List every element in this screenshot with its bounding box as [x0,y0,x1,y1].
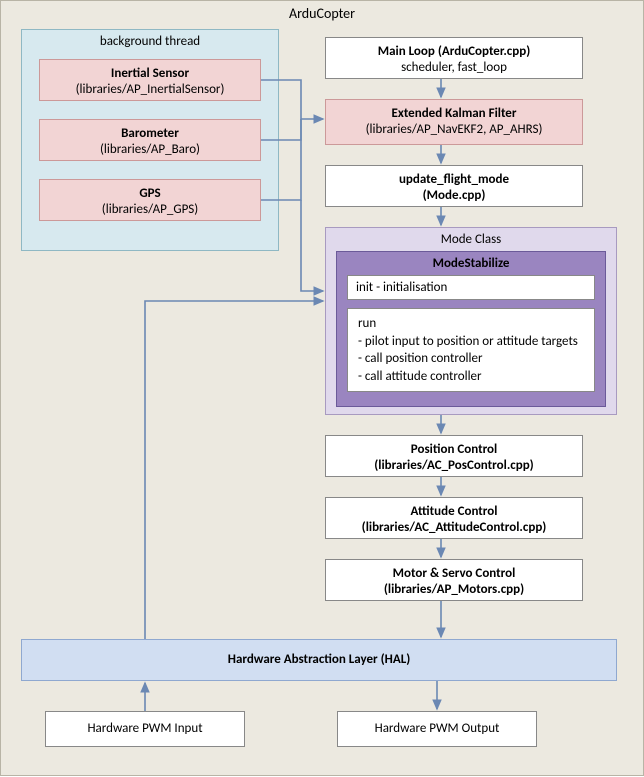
mode-stabilize-title: ModeStabilize [337,252,605,275]
hal-box: Hardware Abstraction Layer (HAL) [21,639,617,681]
mode-stabilize-box: ModeStabilize init - initialisation run … [336,251,606,407]
run-line3: - call position controller [358,350,584,368]
inertial-sensor-title: Inertial Sensor [48,66,252,82]
attitude-control-path: (libraries/AC_AttitudeControl.cpp) [334,520,574,536]
ekf-path: (libraries/AP_NavEKF2, AP_AHRS) [334,122,574,138]
main-loop-box: Main Loop (ArduCopter.cpp) scheduler, fa… [325,37,583,79]
run-line1: run [358,315,584,333]
position-control-title: Position Control [334,442,574,458]
ekf-box: Extended Kalman Filter (libraries/AP_Nav… [325,99,583,145]
barometer-title: Barometer [48,126,252,142]
init-box: init - initialisation [347,275,595,300]
gps-path: (libraries/AP_GPS) [48,202,252,218]
motor-control-title: Motor & Servo Control [334,566,574,582]
main-loop-title: Main Loop (ArduCopter.cpp) [334,44,574,60]
inertial-sensor-path: (libraries/AP_InertialSensor) [48,82,252,98]
hal-text: Hardware Abstraction Layer (HAL) [228,652,411,667]
gps-title: GPS [48,186,252,202]
init-text: init - initialisation [356,280,447,295]
update-flight-mode-box: update_flight_mode (Mode.cpp) [325,165,583,207]
barometer-path: (libraries/AP_Baro) [48,142,252,158]
inertial-sensor-box: Inertial Sensor (libraries/AP_InertialSe… [39,59,261,101]
mode-class-group: Mode Class ModeStabilize init - initiali… [325,227,617,415]
arducopter-canvas: ArduCopter background thread Inertial Se… [0,0,644,776]
run-line2: - pilot input to position or attitude ta… [358,333,584,351]
run-line4: - call attitude controller [358,368,584,386]
pwm-input-text: Hardware PWM Input [87,721,202,736]
pwm-input-box: Hardware PWM Input [45,711,245,747]
run-box: run - pilot input to position or attitud… [347,308,595,392]
mode-class-title: Mode Class [326,228,616,249]
motor-control-box: Motor & Servo Control (libraries/AP_Moto… [325,559,583,601]
main-loop-sub: scheduler, fast_loop [334,60,574,76]
background-thread-title: background thread [22,30,278,51]
barometer-box: Barometer (libraries/AP_Baro) [39,119,261,161]
pwm-output-box: Hardware PWM Output [337,711,537,747]
position-control-box: Position Control (libraries/AC_PosContro… [325,435,583,477]
gps-box: GPS (libraries/AP_GPS) [39,179,261,221]
pwm-output-text: Hardware PWM Output [375,721,500,736]
ufm-title: update_flight_mode [334,172,574,188]
position-control-path: (libraries/AC_PosControl.cpp) [334,458,574,474]
ekf-title: Extended Kalman Filter [334,106,574,122]
ufm-path: (Mode.cpp) [334,188,574,204]
canvas-title: ArduCopter [1,5,643,22]
motor-control-path: (libraries/AP_Motors.cpp) [334,582,574,598]
attitude-control-title: Attitude Control [334,504,574,520]
attitude-control-box: Attitude Control (libraries/AC_AttitudeC… [325,497,583,539]
